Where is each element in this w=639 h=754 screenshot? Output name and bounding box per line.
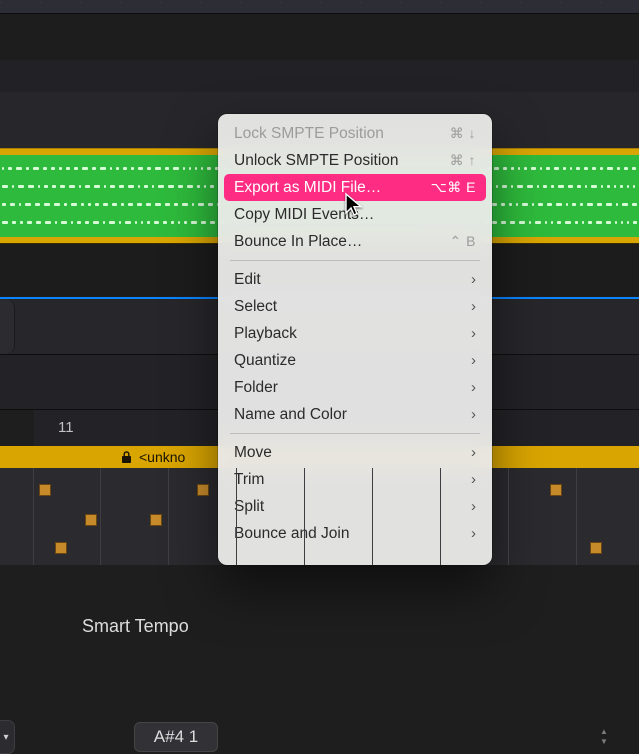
chevron-right-icon: › [471, 498, 476, 515]
chevron-down-icon[interactable]: ▾ [0, 720, 15, 754]
midi-note[interactable] [55, 542, 67, 554]
menu-playback[interactable]: Playback› [224, 320, 486, 347]
chevron-right-icon: › [471, 379, 476, 396]
chevron-right-icon: › [471, 352, 476, 369]
smart-tempo-label: Smart Tempo [82, 616, 189, 637]
menu-split[interactable]: Split› [224, 493, 486, 520]
midi-note[interactable] [85, 514, 97, 526]
chevron-right-icon: › [471, 471, 476, 488]
chevron-right-icon: › [471, 525, 476, 542]
track-header-band [0, 60, 639, 92]
menu-bounce-join[interactable]: Bounce and Join› [224, 520, 486, 547]
menu-move[interactable]: Move› [224, 439, 486, 466]
menu-unlock-smpte[interactable]: Unlock SMPTE Position⌘ ↑ [224, 147, 486, 174]
menu-separator [230, 433, 480, 434]
top-ruler-strip [0, 0, 639, 14]
chevron-right-icon: › [471, 406, 476, 423]
midi-note[interactable] [590, 542, 602, 554]
menu-trim[interactable]: Trim› [224, 466, 486, 493]
midi-note[interactable] [39, 484, 51, 496]
chevron-right-icon: › [471, 444, 476, 461]
lock-track-label: <unkno [139, 449, 185, 465]
menu-folder[interactable]: Folder› [224, 374, 486, 401]
midi-note[interactable] [197, 484, 209, 496]
menu-bounce-in-place[interactable]: Bounce In Place…⌃ B [224, 228, 486, 255]
menu-quantize[interactable]: Quantize› [224, 347, 486, 374]
menu-copy-midi-events[interactable]: Copy MIDI Events… [224, 201, 486, 228]
midi-note[interactable] [150, 514, 162, 526]
menu-edit[interactable]: Edit› [224, 266, 486, 293]
menu-separator [230, 260, 480, 261]
chevron-right-icon: › [471, 298, 476, 315]
menu-select[interactable]: Select› [224, 293, 486, 320]
chevron-right-icon: › [471, 325, 476, 342]
bar-marker-11: 11 [58, 419, 74, 436]
stepper[interactable]: ▲▼ [591, 720, 617, 754]
lock-icon [120, 450, 133, 464]
root-note-field[interactable]: A#4 1 [134, 722, 218, 752]
menu-lock-smpte: Lock SMPTE Position⌘ ↓ [224, 120, 486, 147]
menu-name-color[interactable]: Name and Color› [224, 401, 486, 428]
empty-area [0, 14, 639, 60]
context-menu[interactable]: Lock SMPTE Position⌘ ↓ Unlock SMPTE Posi… [218, 114, 492, 565]
midi-note[interactable] [550, 484, 562, 496]
chevron-right-icon: › [471, 271, 476, 288]
menu-export-midi[interactable]: Export as MIDI File…⌥⌘ E [224, 174, 486, 201]
